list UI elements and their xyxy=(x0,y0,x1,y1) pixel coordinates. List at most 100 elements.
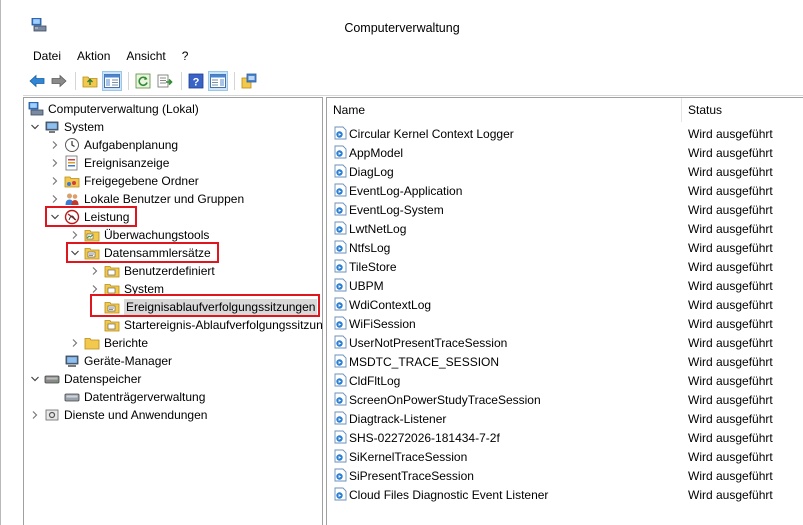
list-item-status: Wird ausgeführt xyxy=(688,354,773,369)
show-hide-console-tree-button[interactable] xyxy=(102,71,122,91)
show-action-pane-button[interactable] xyxy=(208,71,228,91)
chevron-right-icon[interactable] xyxy=(70,230,80,240)
tree-item-storage[interactable]: Datenspeicher xyxy=(30,370,141,388)
list-item[interactable]: SHS-02272026-181434-7-2f Wird ausgeführt xyxy=(327,428,803,447)
list-item[interactable]: AppModel Wird ausgeführt xyxy=(327,143,803,162)
tree-item-root[interactable]: Computerverwaltung (Lokal) xyxy=(28,100,199,118)
list-item[interactable]: Cloud Files Diagnostic Event Listener Wir… xyxy=(327,485,803,504)
list-item-name: SHS-02272026-181434-7-2f xyxy=(349,430,500,445)
chevron-right-icon[interactable] xyxy=(70,338,80,348)
chevron-down-icon[interactable] xyxy=(30,374,40,384)
list-item[interactable]: Diagtrack-Listener Wird ausgeführt xyxy=(327,409,803,428)
list-item-status: Wird ausgeführt xyxy=(688,145,773,160)
list-item[interactable]: EventLog-Application Wird ausgeführt xyxy=(327,181,803,200)
up-one-level-button[interactable] xyxy=(80,71,100,91)
computer-management-icon xyxy=(28,101,44,117)
tree-label: Aufgabenplanung xyxy=(84,138,179,152)
list-item[interactable]: Circular Kernel Context Logger Wird ausge… xyxy=(327,124,803,143)
chevron-right-icon[interactable] xyxy=(30,410,40,420)
console-tree[interactable]: Computerverwaltung (Lokal) System Aufgab… xyxy=(23,97,323,525)
chevron-right-icon[interactable] xyxy=(50,194,60,204)
tree-item-event-viewer[interactable]: Ereignisanzeige xyxy=(50,154,169,172)
refresh-button[interactable] xyxy=(133,71,153,91)
list-item-status: Wird ausgeführt xyxy=(688,164,773,179)
help-button[interactable]: ? xyxy=(186,71,206,91)
tree-label: Lokale Benutzer und Gruppen xyxy=(84,192,245,206)
chevron-right-icon[interactable] xyxy=(90,284,100,294)
help-icon: ? xyxy=(188,73,204,89)
tree-item-startup-event-trace-sessions[interactable]: Startereignis-Ablaufverfolgungssitzungen xyxy=(104,316,322,334)
chevron-right-icon[interactable] xyxy=(50,158,60,168)
list-item[interactable]: WiFiSession Wird ausgeführt xyxy=(327,314,803,333)
tree-item-task-scheduler[interactable]: Aufgabenplanung xyxy=(50,136,178,154)
results-list[interactable]: Name Status Circular Kernel Context Logg… xyxy=(326,97,803,525)
column-header-status[interactable]: Status xyxy=(682,98,803,122)
menu-bar: Datei Aktion Ansicht ? xyxy=(23,47,196,67)
back-button[interactable] xyxy=(27,71,47,91)
list-item[interactable]: WdiContextLog Wird ausgeführt xyxy=(327,295,803,314)
export-list-button[interactable] xyxy=(155,71,175,91)
list-item[interactable]: EventLog-System Wird ausgeführt xyxy=(327,200,803,219)
trace-session-icon xyxy=(334,449,347,463)
tree-item-disk-management[interactable]: Datenträgerverwaltung xyxy=(64,388,205,406)
tree-item-reports[interactable]: Berichte xyxy=(70,334,148,352)
trace-session-icon xyxy=(334,335,347,349)
snapin-button[interactable] xyxy=(239,71,259,91)
folder-icon xyxy=(84,227,100,243)
list-item[interactable]: UBPM Wird ausgeführt xyxy=(327,276,803,295)
chevron-right-icon[interactable] xyxy=(90,266,100,276)
menu-aktion[interactable]: Aktion xyxy=(69,47,118,67)
list-item[interactable]: SiKernelTraceSession Wird ausgeführt xyxy=(327,447,803,466)
tree-item-user-defined[interactable]: Benutzerdefiniert xyxy=(90,262,215,280)
list-item[interactable]: DiagLog Wird ausgeführt xyxy=(327,162,803,181)
chevron-right-icon[interactable] xyxy=(50,176,60,186)
mmc-snapin-icon xyxy=(241,73,257,89)
disk-management-icon xyxy=(64,389,80,405)
trace-session-icon xyxy=(334,202,347,216)
list-item[interactable]: LwtNetLog Wird ausgeführt xyxy=(327,219,803,238)
trace-session-icon xyxy=(334,430,347,444)
column-header-name[interactable]: Name xyxy=(327,98,682,122)
list-item[interactable]: MSDTC_TRACE_SESSION Wird ausgeführt xyxy=(327,352,803,371)
toolbar: ? xyxy=(23,68,803,94)
tree-item-shared-folders[interactable]: Freigegebene Ordner xyxy=(50,172,199,190)
folder-icon xyxy=(104,317,120,333)
users-icon xyxy=(64,191,80,207)
list-item[interactable]: UserNotPresentTraceSession Wird ausgeführ… xyxy=(327,333,803,352)
toolbar-separator xyxy=(75,72,76,90)
list-item[interactable]: TileStore Wird ausgeführt xyxy=(327,257,803,276)
trace-session-icon xyxy=(334,164,347,178)
chevron-right-icon[interactable] xyxy=(50,140,60,150)
trace-session-icon xyxy=(334,316,347,330)
list-item-name: WiFiSession xyxy=(349,316,416,331)
list-item-status: Wird ausgeführt xyxy=(688,487,773,502)
forward-arrow-icon xyxy=(51,74,67,88)
list-item[interactable]: CldFltLog Wird ausgeführt xyxy=(327,371,803,390)
device-manager-icon xyxy=(64,353,80,369)
folder-up-icon xyxy=(82,76,98,88)
list-item[interactable]: NtfsLog Wird ausgeführt xyxy=(327,238,803,257)
tree-item-services-applications[interactable]: Dienste und Anwendungen xyxy=(30,406,207,424)
list-item-status: Wird ausgeführt xyxy=(688,335,773,350)
list-item-status: Wird ausgeführt xyxy=(688,468,773,483)
trace-session-icon xyxy=(334,392,347,406)
trace-session-icon xyxy=(334,240,347,254)
trace-session-icon xyxy=(334,221,347,235)
tree-item-system[interactable]: System xyxy=(30,118,104,136)
list-item-status: Wird ausgeführt xyxy=(688,449,773,464)
list-item[interactable]: SiPresentTraceSession Wird ausgeführt xyxy=(327,466,803,485)
list-item-status: Wird ausgeführt xyxy=(688,392,773,407)
list-item-status: Wird ausgeführt xyxy=(688,297,773,312)
forward-button[interactable] xyxy=(49,71,69,91)
menu-datei[interactable]: Datei xyxy=(23,47,69,67)
menu-ansicht[interactable]: Ansicht xyxy=(118,47,173,67)
list-item-name: UBPM xyxy=(349,278,384,293)
chevron-down-icon[interactable] xyxy=(30,122,40,132)
list-item-name: EventLog-System xyxy=(349,202,444,217)
tree-label: Datenträgerverwaltung xyxy=(84,390,206,404)
tree-item-device-manager[interactable]: Geräte-Manager xyxy=(64,352,172,370)
list-item[interactable]: ScreenOnPowerStudyTraceSession Wird ausge… xyxy=(327,390,803,409)
computer-management-window: Computerverwaltung Datei Aktion Ansicht … xyxy=(0,0,803,525)
menu-help[interactable]: ? xyxy=(174,47,197,67)
folder-icon xyxy=(84,335,100,351)
